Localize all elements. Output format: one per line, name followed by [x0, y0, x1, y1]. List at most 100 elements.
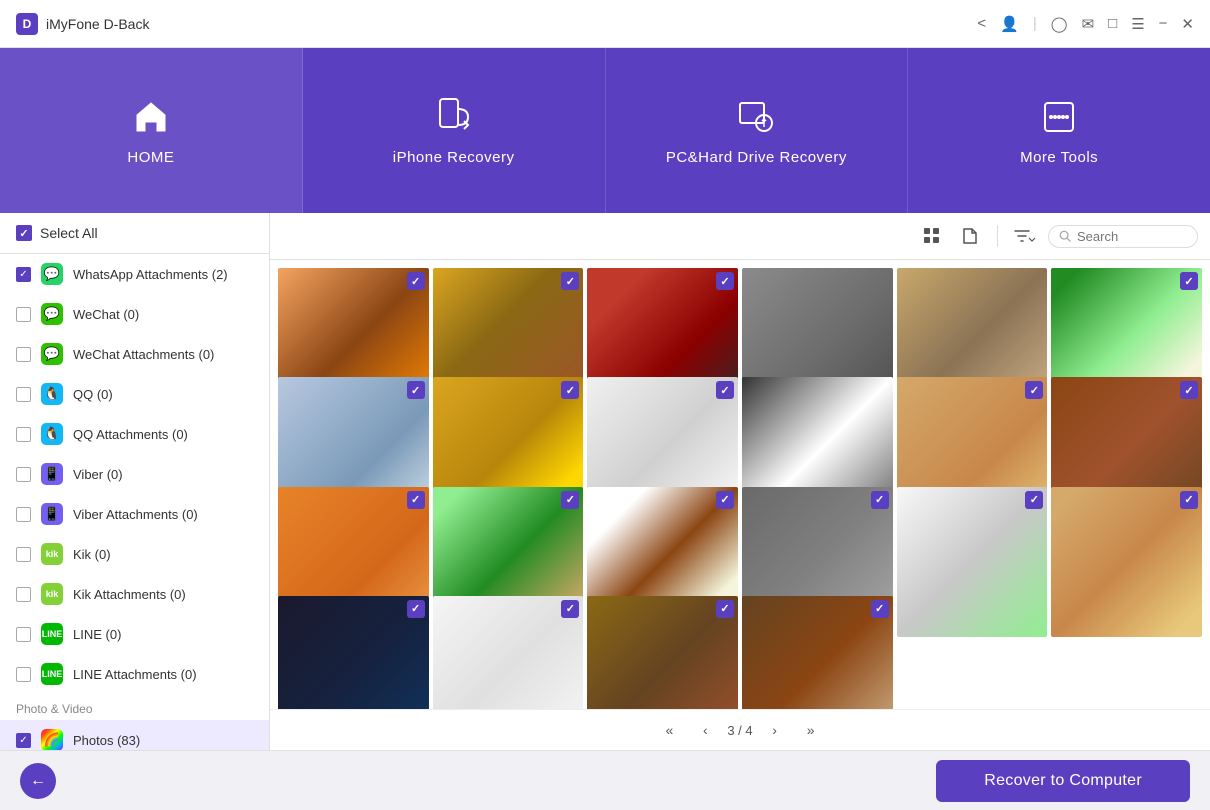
sidebar-item-photos[interactable]: 🌈 Photos (83) [0, 720, 269, 750]
line-attach-checkbox[interactable] [16, 667, 31, 682]
photo-cell-22[interactable] [742, 596, 893, 709]
bottom-bar: ← Recover to Computer [0, 750, 1210, 810]
photo-check-13 [407, 491, 425, 509]
photo-check-6 [1180, 272, 1198, 290]
photo-cell-18[interactable] [1051, 487, 1202, 638]
toolbar-separator [997, 225, 998, 247]
kik-checkbox[interactable] [16, 547, 31, 562]
nav-pc-recovery[interactable]: PC&Hard Drive Recovery [606, 48, 909, 213]
pc-recovery-icon [734, 95, 778, 139]
pagination-prev[interactable]: ‹ [691, 716, 719, 744]
photo-check-7 [407, 381, 425, 399]
search-input[interactable] [1077, 229, 1187, 244]
nav-home-label: HOME [127, 149, 174, 166]
sidebar-item-wechat-attach[interactable]: 💬 WeChat Attachments (0) [0, 334, 269, 374]
app-logo: D [16, 13, 38, 35]
nav-pc-label: PC&Hard Drive Recovery [666, 149, 847, 166]
viber-checkbox[interactable] [16, 467, 31, 482]
location-icon[interactable]: ◯ [1051, 15, 1068, 33]
viber-label: Viber (0) [73, 467, 123, 482]
sidebar-item-qq-attach[interactable]: 🐧 QQ Attachments (0) [0, 414, 269, 454]
photo-check-21 [716, 600, 734, 618]
nav-tools-label: More Tools [1020, 149, 1098, 166]
line-attach-icon: LINE [41, 663, 63, 685]
photo-check-2 [561, 272, 579, 290]
home-icon [129, 95, 173, 139]
sidebar-item-line[interactable]: LINE LINE (0) [0, 614, 269, 654]
whatsapp-attach-checkbox[interactable] [16, 267, 31, 282]
photo-video-section-title: Photo & Video [0, 694, 269, 720]
photos-checkbox[interactable] [16, 733, 31, 748]
photo-check-12 [1180, 381, 1198, 399]
pagination-last[interactable]: » [797, 716, 825, 744]
separator: | [1033, 15, 1037, 32]
nav-more-tools[interactable]: More Tools [908, 48, 1210, 213]
wechat-checkbox[interactable] [16, 307, 31, 322]
qq-label: QQ (0) [73, 387, 113, 402]
search-box [1048, 225, 1198, 248]
photo-check-15 [716, 491, 734, 509]
photo-cell-19[interactable] [278, 596, 429, 709]
sidebar-item-kik[interactable]: kik Kik (0) [0, 534, 269, 574]
whatsapp-icon: 💬 [41, 263, 63, 285]
back-button[interactable]: ← [20, 763, 56, 799]
qq-attach-checkbox[interactable] [16, 427, 31, 442]
sidebar-item-wechat[interactable]: 💬 WeChat (0) [0, 294, 269, 334]
photo-check-17 [1025, 491, 1043, 509]
pagination-first[interactable]: « [655, 716, 683, 744]
viber-icon: 📱 [41, 463, 63, 485]
chat-icon[interactable]: □ [1108, 15, 1117, 32]
qq-checkbox[interactable] [16, 387, 31, 402]
close-icon[interactable]: ✕ [1181, 15, 1194, 33]
photo-cell-17[interactable] [897, 487, 1048, 638]
sidebar-item-qq[interactable]: 🐧 QQ (0) [0, 374, 269, 414]
pagination: « ‹ 3 / 4 › » [270, 709, 1210, 750]
sidebar-item-line-attach[interactable]: LINE LINE Attachments (0) [0, 654, 269, 694]
recover-button[interactable]: Recover to Computer [936, 760, 1190, 802]
line-attach-label: LINE Attachments (0) [73, 667, 197, 682]
sidebar-item-viber-attach[interactable]: 📱 Viber Attachments (0) [0, 494, 269, 534]
photo-cell-21[interactable] [587, 596, 738, 709]
sidebar-item-viber[interactable]: 📱 Viber (0) [0, 454, 269, 494]
account-icon[interactable]: 👤 [1000, 15, 1019, 33]
photo-check-1 [407, 272, 425, 290]
select-all-label: Select All [40, 225, 98, 241]
viber-attach-label: Viber Attachments (0) [73, 507, 198, 522]
titlebar: D iMyFone D-Back < 👤 | ◯ ✉ □ ☰ − ✕ [0, 0, 1210, 48]
kik-label: Kik (0) [73, 547, 111, 562]
nav-home[interactable]: HOME [0, 48, 303, 213]
sidebar-item-whatsapp-attach[interactable]: 💬 WhatsApp Attachments (2) [0, 254, 269, 294]
navbar: HOME iPhone Recovery PC&Hard Drive Recov… [0, 48, 1210, 213]
viber-attach-checkbox[interactable] [16, 507, 31, 522]
line-label: LINE (0) [73, 627, 121, 642]
photo-cell-20[interactable] [433, 596, 584, 709]
menu-icon[interactable]: ☰ [1131, 15, 1144, 33]
kik-attach-checkbox[interactable] [16, 587, 31, 602]
minimize-icon[interactable]: − [1159, 15, 1168, 32]
select-all-checkbox[interactable] [16, 225, 32, 241]
wechat-attach-label: WeChat Attachments (0) [73, 347, 214, 362]
sidebar-item-kik-attach[interactable]: kik Kik Attachments (0) [0, 574, 269, 614]
file-view-btn[interactable] [955, 221, 985, 251]
kik-attach-label: Kik Attachments (0) [73, 587, 186, 602]
photo-grid [270, 260, 1210, 709]
photos-label: Photos (83) [73, 733, 140, 748]
photo-check-20 [561, 600, 579, 618]
line-checkbox[interactable] [16, 627, 31, 642]
qq-attach-icon: 🐧 [41, 423, 63, 445]
photo-check-9 [716, 381, 734, 399]
share-icon[interactable]: < [977, 15, 986, 32]
sidebar: Select All 💬 WhatsApp Attachments (2) 💬 … [0, 213, 270, 750]
filter-btn[interactable] [1010, 221, 1040, 251]
wechat-icon: 💬 [41, 303, 63, 325]
photos-icon: 🌈 [41, 729, 63, 750]
content-area: Select All 💬 WhatsApp Attachments (2) 💬 … [0, 213, 1210, 750]
mail-icon[interactable]: ✉ [1082, 15, 1095, 33]
grid-view-btn[interactable] [917, 221, 947, 251]
nav-iphone-recovery[interactable]: iPhone Recovery [303, 48, 606, 213]
pagination-next[interactable]: › [761, 716, 789, 744]
wechat-attach-checkbox[interactable] [16, 347, 31, 362]
nav-iphone-label: iPhone Recovery [393, 149, 515, 166]
photo-check-14 [561, 491, 579, 509]
titlebar-actions: < 👤 | ◯ ✉ □ ☰ − ✕ [977, 15, 1194, 33]
